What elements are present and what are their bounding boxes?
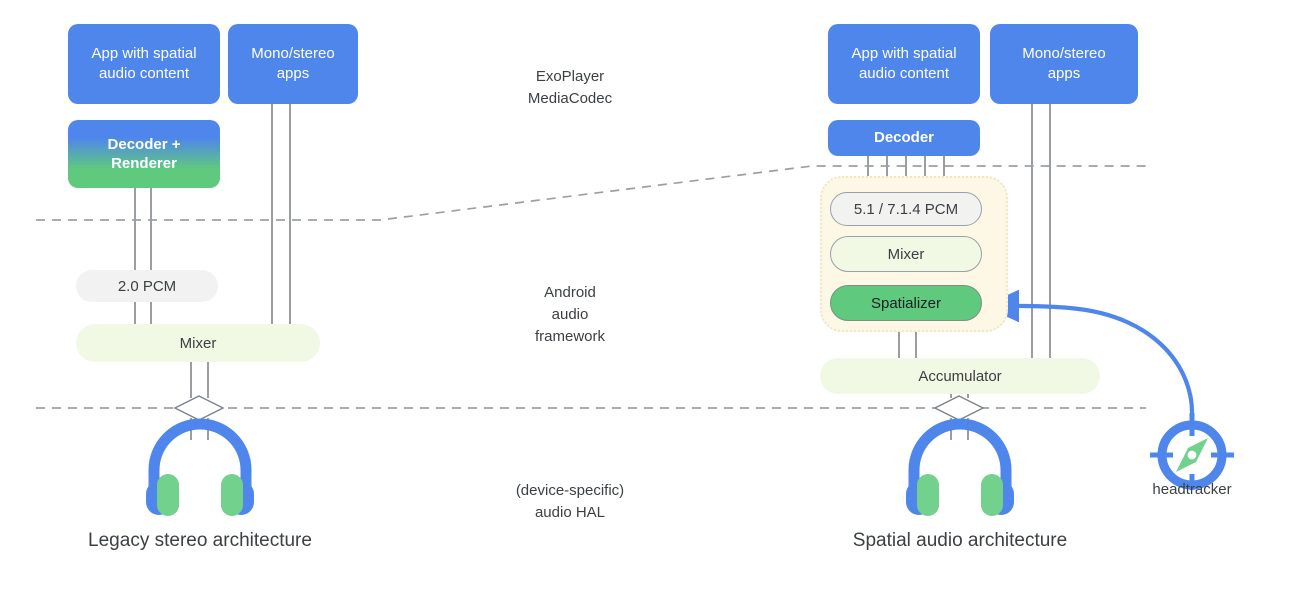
right-spatializer-label: Spatializer (870, 294, 942, 312)
left-caption: Legacy stereo architecture (40, 530, 360, 552)
right-app-with-spatial-audio-content[interactable]: App with spatial audio content (828, 24, 980, 104)
right-decoder[interactable]: Decoder (828, 120, 980, 156)
headtracker-caption: headtracker (1122, 481, 1262, 498)
right-pcm-pill: 5.1 / 7.1.4 PCM (830, 192, 982, 226)
left-app-spatial-label: App with spatial audio content (91, 44, 197, 82)
left-mono-stereo-apps[interactable]: Mono/stereo apps (228, 24, 358, 104)
hal-connector-diamond-right (933, 395, 985, 421)
headtracker-label: headtracker (1152, 481, 1232, 498)
right-caption: Spatial audio architecture (800, 530, 1120, 552)
left-decoder-renderer[interactable]: Decoder + Renderer (68, 120, 220, 188)
right-caption-label: Spatial audio architecture (852, 530, 1068, 551)
compass-headtracker-icon (1150, 413, 1234, 490)
right-decoder-label: Decoder (873, 129, 935, 147)
layer-top-label: ExoPlayer MediaCodec (527, 68, 613, 107)
layer-label-middle: Android audio framework (460, 282, 680, 347)
left-pcm-pill: 2.0 PCM (76, 270, 218, 302)
right-mono-stereo-apps[interactable]: Mono/stereo apps (990, 24, 1138, 104)
layer-label-bottom: (device-specific) audio HAL (460, 480, 680, 524)
hal-connector-diamond-left (173, 395, 225, 421)
left-mixer-pill: Mixer (76, 324, 320, 362)
layer-bottom-label: (device-specific) audio HAL (515, 482, 625, 521)
layer-label-top: ExoPlayer MediaCodec (460, 66, 680, 110)
left-pcm-label: 2.0 PCM (117, 277, 177, 295)
right-app-spatial-label: App with spatial audio content (851, 44, 957, 82)
right-mixer-label: Mixer (887, 245, 925, 263)
diagram-canvas: App with spatial audio content Mono/ster… (0, 0, 1300, 594)
right-pcm-label: 5.1 / 7.1.4 PCM (853, 200, 959, 218)
right-accumulator-label: Accumulator (918, 367, 1002, 385)
left-caption-label: Legacy stereo architecture (88, 530, 312, 551)
right-app-mono-label: Mono/stereo apps (1022, 44, 1106, 82)
right-spatializer-pill: Spatializer (830, 285, 982, 321)
headphones-icon-left (146, 418, 254, 516)
left-app-mono-label: Mono/stereo apps (251, 44, 335, 82)
left-decoder-renderer-label: Decoder + Renderer (107, 135, 181, 173)
layer-middle-label: Android audio framework (534, 284, 605, 345)
left-mixer-label: Mixer (179, 334, 217, 352)
right-mixer-pill: Mixer (830, 236, 982, 272)
left-app-with-spatial-audio-content[interactable]: App with spatial audio content (68, 24, 220, 104)
right-accumulator-pill: Accumulator (820, 358, 1100, 394)
headphones-icon-right (906, 418, 1014, 516)
